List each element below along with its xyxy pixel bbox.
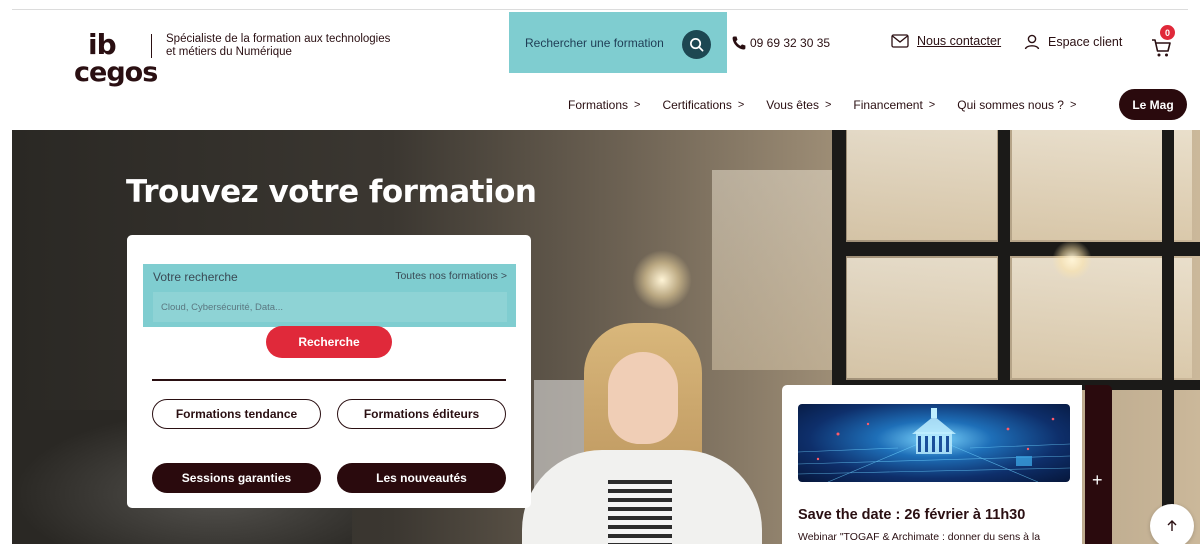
nav-label: Certifications <box>662 98 732 112</box>
logo-separator <box>151 34 152 58</box>
search-icon <box>690 38 704 52</box>
phone-link[interactable]: 09 69 32 30 35 <box>731 35 830 51</box>
mail-icon <box>891 34 909 48</box>
event-title: Save the date : 26 février à 11h30 <box>798 507 1026 523</box>
header-search[interactable]: Rechercher une formation <box>509 12 727 73</box>
event-description: Webinar "TOGAF & Archimate : donner du s… <box>798 531 1041 543</box>
arrow-up-icon <box>1167 520 1177 531</box>
nav-label: Financement <box>853 98 923 112</box>
chevron-right-icon: > <box>634 99 641 111</box>
nav-item-vous-etes[interactable]: Vous êtes > <box>766 98 831 112</box>
plus-icon[interactable]: + <box>1092 470 1103 491</box>
event-image-art <box>798 408 1070 482</box>
search-button[interactable]: Recherche <box>266 326 392 358</box>
le-mag-button[interactable]: Le Mag <box>1119 89 1187 120</box>
logo-cegos-text: cegos <box>74 57 158 88</box>
event-image <box>798 404 1070 482</box>
cart-button[interactable]: 0 <box>1150 25 1180 60</box>
chevron-right-icon: > <box>824 99 832 111</box>
nav-item-financement[interactable]: Financement > <box>853 98 935 112</box>
formation-search-input[interactable]: Cloud, Cybersécurité, Data... <box>153 292 507 322</box>
nav-label: Vous êtes <box>766 98 819 112</box>
cart-count-badge: 0 <box>1160 25 1175 40</box>
header-search-input[interactable]: Rechercher une formation <box>525 36 664 50</box>
all-formations-link[interactable]: Toutes nos formations > <box>395 270 507 282</box>
header-search-button[interactable] <box>682 30 711 59</box>
scroll-to-top-button[interactable] <box>1150 504 1194 544</box>
brand-tagline: Spécialiste de la formation aux technolo… <box>166 33 446 59</box>
publisher-formations-button[interactable]: Formations éditeurs <box>337 399 506 429</box>
hero-title: Trouvez votre formation <box>126 174 537 210</box>
tagline-line-1: Spécialiste de la formation aux technolo… <box>166 33 391 45</box>
event-card[interactable]: Save the date : 26 février à 11h30 Webin… <box>782 385 1082 544</box>
nav-label: Qui sommes nous ? <box>957 98 1064 112</box>
cart-icon <box>1152 39 1171 57</box>
chevron-right-icon: > <box>928 99 936 111</box>
search-card: Votre recherche Toutes nos formations > … <box>127 235 531 508</box>
tagline-line-2: et métiers du Numérique <box>166 46 292 58</box>
hero-banner: Trouvez votre formation Votre recherche … <box>12 130 1200 544</box>
phone-icon <box>732 36 746 50</box>
nav-label: Formations <box>568 98 629 112</box>
search-field-label: Votre recherche <box>153 270 238 284</box>
account-label: Espace client <box>1048 35 1123 49</box>
card-divider <box>152 379 506 381</box>
site-header: ib cegos Spécialiste de la formation aux… <box>0 0 1200 130</box>
logo-ib-text: ib <box>88 28 117 61</box>
nav-item-certifications[interactable]: Certifications > <box>662 98 744 112</box>
guaranteed-sessions-button[interactable]: Sessions garanties <box>152 463 321 493</box>
nav-item-qui-sommes-nous[interactable]: Qui sommes nous ? > <box>957 98 1076 112</box>
contact-label: Nous contacter <box>917 34 1002 48</box>
trending-formations-button[interactable]: Formations tendance <box>152 399 321 429</box>
nav-item-formations[interactable]: Formations > <box>568 98 640 112</box>
main-nav: Formations > Certifications > Vous êtes … <box>568 95 1098 115</box>
chevron-right-icon: > <box>1069 99 1077 111</box>
top-divider <box>12 9 1188 10</box>
phone-number: 09 69 32 30 35 <box>750 36 831 50</box>
user-icon <box>1024 34 1040 50</box>
ib-cegos-logo[interactable]: ib cegos <box>74 28 158 94</box>
chevron-right-icon: > <box>737 99 745 111</box>
event-expand-panel[interactable] <box>1085 385 1112 544</box>
new-formations-button[interactable]: Les nouveautés <box>337 463 506 493</box>
contact-link[interactable]: Nous contacter <box>891 34 1001 48</box>
account-link[interactable]: Espace client <box>1024 34 1122 50</box>
